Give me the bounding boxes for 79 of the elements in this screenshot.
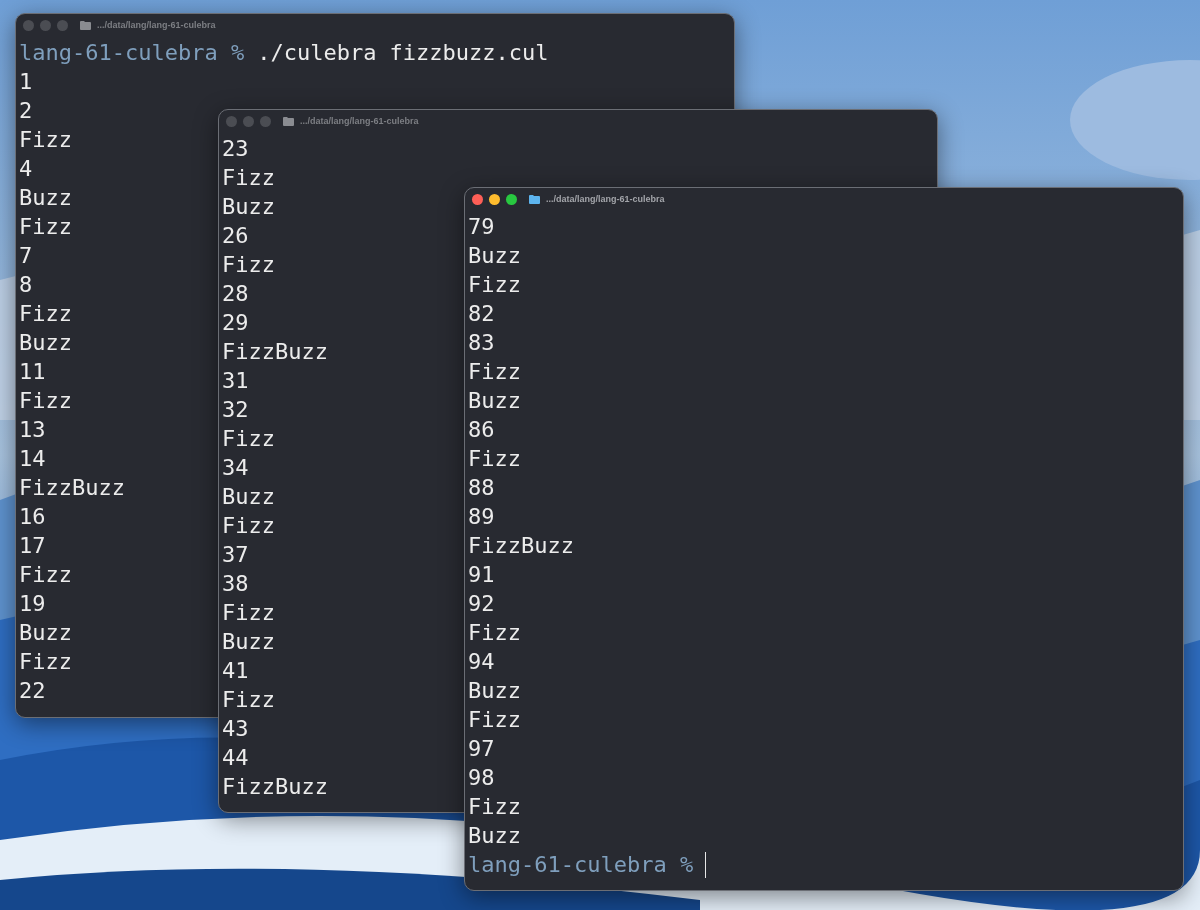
output-line: 2 xyxy=(19,97,33,125)
output-line: FizzBuzz xyxy=(222,338,328,366)
output-line: 94 xyxy=(468,648,495,676)
command-text: ./culebra fizzbuzz.cul xyxy=(257,39,549,67)
output-line: 89 xyxy=(468,503,495,531)
output-line: 34 xyxy=(222,454,249,482)
output-line: Fizz xyxy=(222,686,275,714)
output-line: 19 xyxy=(19,590,46,618)
output-line: 92 xyxy=(468,590,495,618)
window-title: .../data/lang/lang-61-culebra xyxy=(97,20,216,30)
output-line: 29 xyxy=(222,309,249,337)
output-line: 97 xyxy=(468,735,495,763)
output-line: 11 xyxy=(19,358,46,386)
window-title: .../data/lang/lang-61-culebra xyxy=(300,116,419,126)
output-line: 22 xyxy=(19,677,46,705)
folder-icon xyxy=(529,194,540,204)
output-line: FizzBuzz xyxy=(19,474,125,502)
output-line: 44 xyxy=(222,744,249,772)
output-line: 37 xyxy=(222,541,249,569)
output-line: Fizz xyxy=(222,425,275,453)
shell-prompt: lang-61-culebra % xyxy=(468,851,694,879)
output-line: Buzz xyxy=(468,242,521,270)
output-line: Fizz xyxy=(468,445,521,473)
output-line: 43 xyxy=(222,715,249,743)
output-line: 41 xyxy=(222,657,249,685)
output-line: Fizz xyxy=(19,387,72,415)
window-title: .../data/lang/lang-61-culebra xyxy=(546,194,665,204)
output-line: 38 xyxy=(222,570,249,598)
output-line: FizzBuzz xyxy=(222,773,328,801)
output-line: 91 xyxy=(468,561,495,589)
output-line: Buzz xyxy=(222,628,275,656)
output-line: 7 xyxy=(19,242,33,270)
output-line: Fizz xyxy=(19,126,72,154)
output-line: Fizz xyxy=(19,213,72,241)
folder-icon xyxy=(80,20,91,30)
output-line: Buzz xyxy=(468,387,521,415)
folder-icon xyxy=(283,116,294,126)
output-line: 86 xyxy=(468,416,495,444)
output-line: Fizz xyxy=(468,358,521,386)
output-line: Buzz xyxy=(222,193,275,221)
zoom-button[interactable] xyxy=(506,193,517,205)
output-line: Fizz xyxy=(19,300,72,328)
output-line: 4 xyxy=(19,155,33,183)
output-line: 31 xyxy=(222,367,249,395)
output-line: Fizz xyxy=(468,706,521,734)
output-line: 1 xyxy=(19,68,33,96)
output-line: Buzz xyxy=(19,619,72,647)
output-line: 14 xyxy=(19,445,46,473)
output-line: Buzz xyxy=(222,483,275,511)
output-line: Fizz xyxy=(222,251,275,279)
output-line: Fizz xyxy=(19,648,72,676)
output-line: Fizz xyxy=(222,599,275,627)
output-line: Buzz xyxy=(468,677,521,705)
close-button[interactable] xyxy=(472,193,483,205)
output-line: Fizz xyxy=(468,271,521,299)
output-line: 17 xyxy=(19,532,46,560)
output-line: FizzBuzz xyxy=(468,532,574,560)
output-line: Fizz xyxy=(222,512,275,540)
output-line: 26 xyxy=(222,222,249,250)
output-line: 88 xyxy=(468,474,495,502)
output-line: 32 xyxy=(222,396,249,424)
output-line: 8 xyxy=(19,271,33,299)
output-line: 16 xyxy=(19,503,46,531)
output-line: Fizz xyxy=(222,164,275,192)
shell-prompt: lang-61-culebra % xyxy=(19,39,245,67)
output-line: 13 xyxy=(19,416,46,444)
output-line: 98 xyxy=(468,764,495,792)
output-line: 28 xyxy=(222,280,249,308)
output-line: Buzz xyxy=(468,822,521,850)
output-line: Buzz xyxy=(19,329,72,357)
output-line: Fizz xyxy=(19,561,72,589)
output-line: 83 xyxy=(468,329,495,357)
output-line: Fizz xyxy=(468,619,521,647)
output-line: Buzz xyxy=(19,184,72,212)
output-line: 23 xyxy=(222,135,249,163)
output-line: 82 xyxy=(468,300,495,328)
output-line: 79 xyxy=(468,213,495,241)
output-line: Fizz xyxy=(468,793,521,821)
minimize-button[interactable] xyxy=(489,193,500,205)
